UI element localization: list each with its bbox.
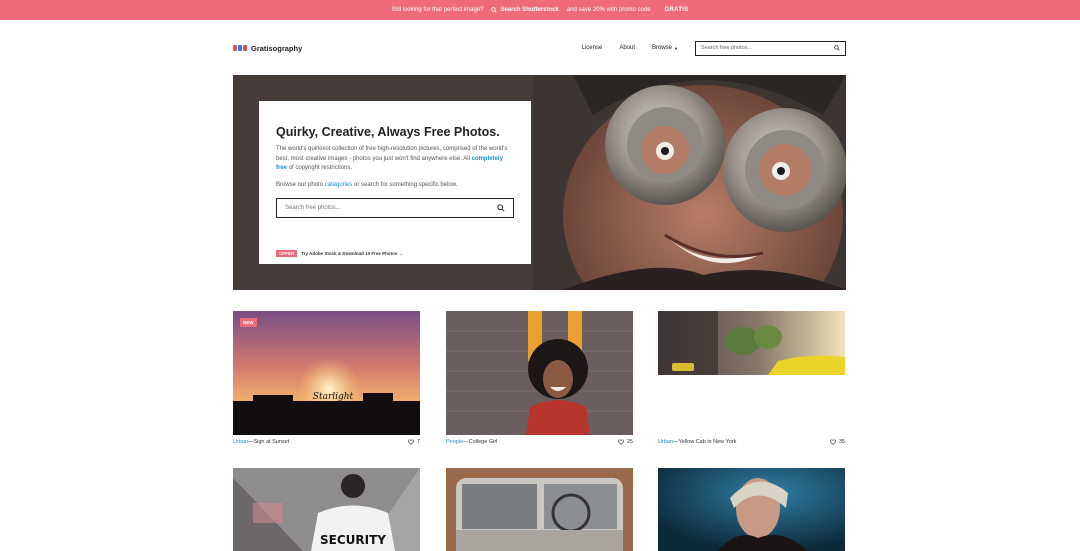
like-count: 35 bbox=[838, 439, 845, 445]
chevron-down-icon: ▼ bbox=[674, 45, 678, 51]
photo-thumbnail[interactable] bbox=[446, 311, 633, 435]
logo[interactable]: Gratisography bbox=[233, 44, 302, 53]
photo-card-college-girl[interactable] bbox=[446, 311, 633, 435]
promo-save-text: and save 20% with promo code bbox=[566, 7, 651, 13]
hero-title: Quirky, Creative, Always Free Photos. bbox=[276, 125, 500, 139]
security-photo: SECURITY bbox=[233, 468, 420, 551]
promo-code: GRATIS bbox=[664, 7, 689, 13]
site-header: Gratisography License About Browse ▼ Sea… bbox=[233, 38, 846, 58]
photo-title[interactable]: College Girl bbox=[469, 439, 498, 445]
offer-text: Try Adobe Stock & Download 10 Free Photo… bbox=[301, 251, 404, 256]
photo-card-security[interactable]: SECURITY bbox=[233, 468, 420, 551]
photo-meta: Urban — Yellow Cab in New York 35 bbox=[658, 439, 845, 445]
like-count: 25 bbox=[626, 439, 633, 445]
photo-meta: People — College Girl 25 bbox=[446, 439, 633, 445]
photo-card-portrait[interactable] bbox=[658, 468, 845, 551]
sunset-photo: Starlight bbox=[233, 311, 420, 435]
yellow-cab-photo bbox=[658, 311, 845, 375]
search-icon[interactable] bbox=[834, 45, 840, 51]
like-button[interactable]: 25 bbox=[618, 439, 633, 445]
hero-browse-text: Browse our photo categories or search fo… bbox=[276, 181, 458, 188]
nav-license[interactable]: License bbox=[582, 45, 603, 51]
photo-title[interactable]: Sign at Sunset bbox=[253, 439, 289, 445]
car-interior-photo bbox=[446, 468, 633, 551]
photo-thumbnail[interactable]: Starlight NEW bbox=[233, 311, 420, 435]
heart-icon bbox=[618, 439, 624, 445]
nav-about[interactable]: About bbox=[619, 45, 635, 51]
main-nav: License About Browse ▼ Search free photo… bbox=[582, 40, 846, 56]
category-link[interactable]: Urban bbox=[658, 439, 673, 445]
hero-description: The world's quirkiest collection of free… bbox=[276, 146, 508, 171]
photo-card-yellow-cab[interactable] bbox=[658, 311, 845, 375]
photo-thumbnail[interactable] bbox=[658, 468, 845, 551]
header-search-input[interactable]: Search free photos... bbox=[695, 40, 846, 56]
promo-text: Still looking for that perfect image? bbox=[391, 7, 484, 13]
heart-icon bbox=[408, 439, 414, 445]
categories-link[interactable]: categories bbox=[325, 182, 353, 188]
search-icon[interactable] bbox=[497, 203, 505, 212]
hero-search-placeholder: Search free photos... bbox=[285, 204, 341, 211]
header-search-placeholder: Search free photos... bbox=[701, 45, 753, 51]
photo-card-car-interior[interactable] bbox=[446, 468, 633, 551]
new-badge: NEW bbox=[240, 318, 257, 327]
search-icon bbox=[491, 7, 498, 13]
category-link[interactable]: People bbox=[446, 439, 463, 445]
offer-badge: OFFER bbox=[276, 250, 298, 257]
category-link[interactable]: Urban bbox=[233, 439, 248, 445]
like-count: 7 bbox=[416, 439, 420, 445]
adobe-offer-link[interactable]: OFFER Try Adobe Stock & Download 10 Free… bbox=[276, 250, 403, 257]
hero-card: Quirky, Creative, Always Free Photos. Th… bbox=[259, 101, 531, 264]
photo-thumbnail[interactable] bbox=[658, 311, 845, 375]
logo-text: Gratisography bbox=[251, 43, 303, 53]
portrait-photo bbox=[658, 468, 845, 551]
promo-search-link[interactable]: Search Shutterstock bbox=[491, 7, 559, 13]
hero-banner: Quirky, Creative, Always Free Photos. Th… bbox=[233, 75, 846, 290]
photo-card-sign-at-sunset[interactable]: Starlight NEW bbox=[233, 311, 420, 435]
photo-title[interactable]: Yellow Cab in New York bbox=[678, 439, 736, 445]
logo-mark-icon bbox=[233, 45, 247, 51]
photo-thumbnail[interactable] bbox=[446, 468, 633, 551]
photo-meta: Urban — Sign at Sunset 7 bbox=[233, 439, 420, 445]
heart-icon bbox=[830, 439, 836, 445]
like-button[interactable]: 35 bbox=[830, 439, 845, 445]
security-text: SECURITY bbox=[320, 533, 386, 547]
college-girl-photo bbox=[446, 311, 633, 435]
sign-text: Starlight bbox=[313, 392, 354, 402]
promo-cta-label: Search Shutterstock bbox=[500, 7, 559, 13]
hero-search-input[interactable]: Search free photos... bbox=[276, 197, 514, 218]
photo-thumbnail[interactable]: SECURITY bbox=[233, 468, 420, 551]
nav-browse[interactable]: Browse ▼ bbox=[652, 45, 678, 51]
nav-browse-label: Browse bbox=[652, 45, 673, 51]
promo-bar: Still looking for that perfect image? Se… bbox=[0, 0, 1080, 20]
like-button[interactable]: 7 bbox=[408, 439, 420, 445]
